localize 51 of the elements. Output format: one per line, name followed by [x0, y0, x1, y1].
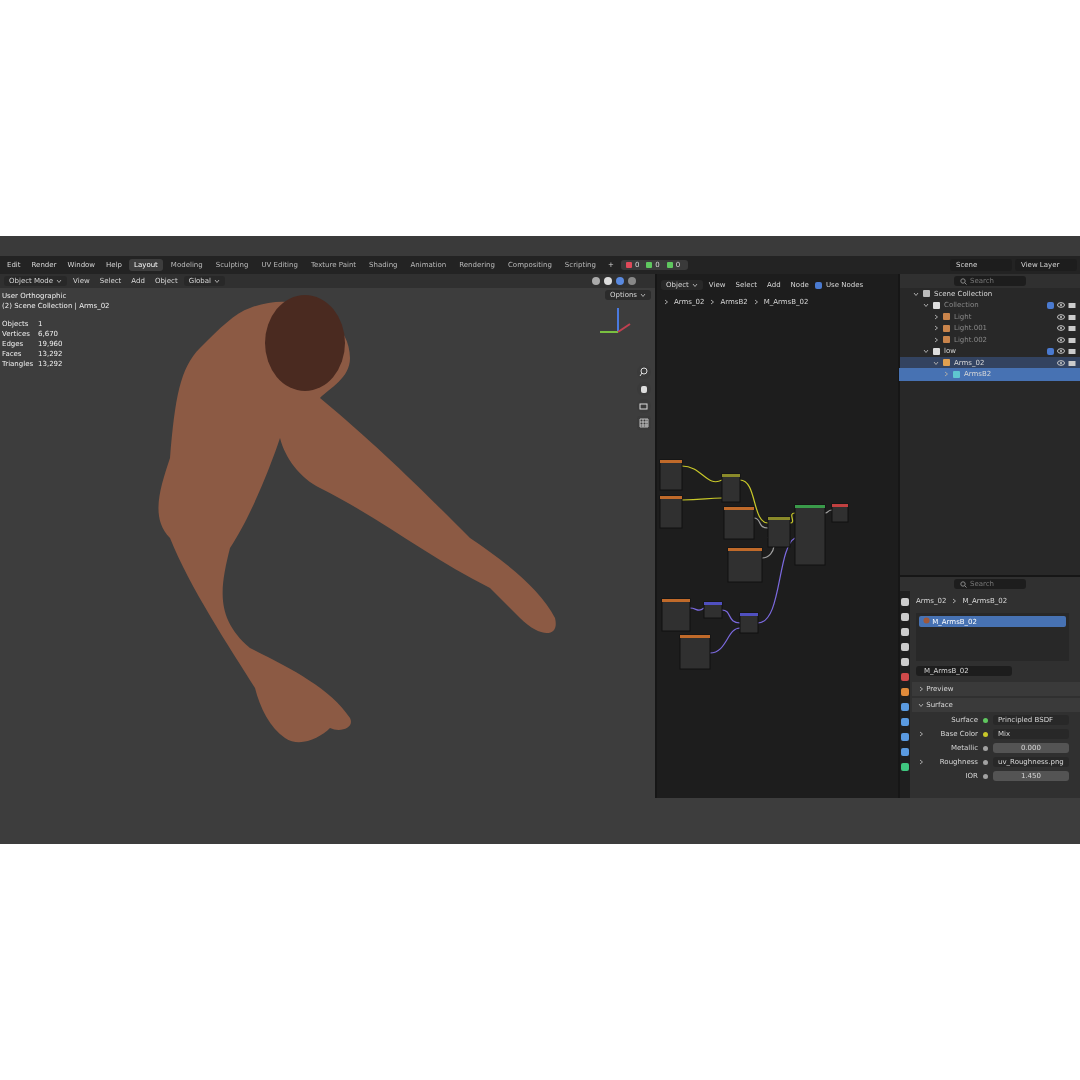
material-sphere-icon — [923, 617, 930, 624]
caret-icon[interactable] — [691, 282, 698, 288]
node-box[interactable] — [739, 612, 759, 634]
expand-toggle-icon[interactable] — [933, 325, 939, 332]
node-link — [709, 627, 741, 654]
search-icon — [960, 277, 967, 285]
expand-toggle-icon[interactable] — [918, 702, 924, 709]
node-box[interactable] — [727, 547, 763, 583]
caret-icon[interactable] — [214, 278, 221, 284]
node-box[interactable] — [661, 598, 691, 632]
chevron-icon[interactable] — [663, 299, 669, 305]
expand-toggle-icon[interactable] — [918, 731, 924, 737]
expand-toggle-icon[interactable] — [933, 313, 939, 320]
expand-toggle-icon[interactable] — [918, 686, 924, 693]
checkbox[interactable] — [1047, 301, 1054, 309]
checkbox[interactable] — [814, 281, 822, 289]
eye-icon[interactable] — [1057, 301, 1065, 310]
expand-toggle-icon[interactable] — [923, 302, 929, 309]
node-box[interactable] — [659, 459, 683, 491]
node-box[interactable] — [831, 503, 849, 523]
node-link — [681, 497, 723, 501]
eye-icon[interactable] — [1057, 358, 1065, 367]
zoom-icon[interactable] — [637, 365, 651, 379]
expand-toggle-icon[interactable] — [933, 359, 939, 366]
expand-toggle-icon[interactable] — [918, 759, 924, 765]
node-link — [721, 609, 741, 624]
node-link — [689, 607, 705, 611]
node-box[interactable] — [659, 495, 683, 529]
node-link — [681, 465, 723, 483]
checkbox[interactable] — [1047, 347, 1054, 355]
chevron-icon[interactable] — [709, 299, 716, 305]
node-box[interactable] — [679, 634, 711, 670]
grid-icon[interactable] — [637, 416, 651, 430]
node-box[interactable] — [794, 504, 826, 566]
node-box[interactable] — [721, 473, 741, 503]
expand-toggle-icon[interactable] — [943, 371, 949, 378]
caret-icon[interactable] — [56, 278, 63, 284]
expand-toggle-icon[interactable] — [933, 336, 939, 343]
eye-icon[interactable] — [1057, 312, 1065, 321]
chevron-icon[interactable] — [951, 598, 958, 604]
caret-icon[interactable] — [640, 292, 646, 298]
expand-toggle-icon[interactable] — [913, 290, 919, 297]
eye-icon[interactable] — [1057, 347, 1065, 356]
node-box[interactable] — [767, 516, 791, 548]
eye-icon[interactable] — [1057, 324, 1065, 333]
chevron-icon[interactable] — [752, 299, 759, 305]
expand-toggle-icon[interactable] — [923, 348, 929, 355]
eye-icon[interactable] — [1057, 335, 1065, 344]
node-box[interactable] — [703, 601, 723, 619]
search-icon — [960, 580, 967, 588]
node-box[interactable] — [723, 506, 755, 540]
